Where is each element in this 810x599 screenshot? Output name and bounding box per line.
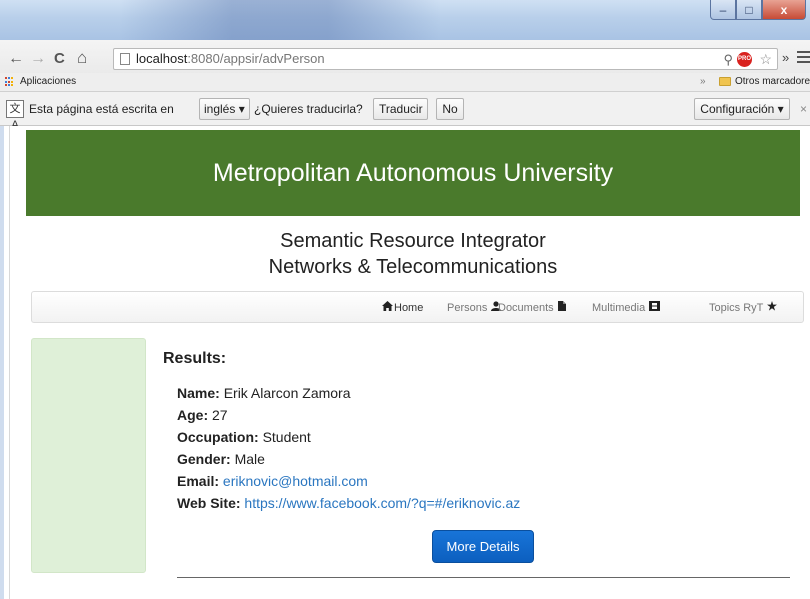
apps-grid-icon[interactable] xyxy=(5,77,15,87)
nav-multimedia-label: Multimedia xyxy=(592,301,646,314)
person-website-row: Web Site: https://www.facebook.com/?q=#/… xyxy=(177,495,520,511)
maximize-button[interactable]: □ xyxy=(736,0,762,20)
search-icon[interactable]: ⚲ xyxy=(723,50,733,70)
bookmark-other-bookmarks[interactable]: Otros marcadores xyxy=(735,76,810,87)
address-url[interactable]: localhost:8080/appsir/advPerson xyxy=(136,49,325,69)
bookmarks-overflow-button[interactable]: » xyxy=(700,76,706,87)
site-subtitle-department: Networks & Telecommunications xyxy=(268,256,558,278)
translate-infobar: 文A Esta página está escrita en inglés ▾ … xyxy=(0,91,810,131)
url-host: localhost xyxy=(136,51,188,66)
name-label: Name: xyxy=(177,385,220,401)
occupation-label: Occupation: xyxy=(177,429,259,445)
back-button[interactable]: ← xyxy=(8,50,24,68)
nav-multimedia[interactable]: Multimedia xyxy=(592,301,661,314)
film-icon xyxy=(649,301,661,314)
site-nav-bar: Home Persons Documents Multimedia Topics… xyxy=(31,291,804,323)
translate-question: ¿Quieres traducirla? xyxy=(254,102,363,116)
name-value: Erik Alarcon Zamora xyxy=(223,385,351,401)
translate-message: Esta página está escrita en xyxy=(29,102,174,116)
site-header-banner: Metropolitan Autonomous University xyxy=(26,130,800,216)
nav-home-label: Home xyxy=(394,301,424,314)
star-icon xyxy=(767,301,778,314)
menu-icon[interactable] xyxy=(797,48,810,66)
bookmark-apps[interactable]: Aplicaciones xyxy=(20,76,76,87)
more-details-button[interactable]: More Details xyxy=(432,530,534,563)
close-window-button[interactable]: x xyxy=(762,0,806,20)
sidebar-panel xyxy=(31,338,146,573)
website-label: Web Site: xyxy=(177,495,241,511)
nav-persons[interactable]: Persons xyxy=(447,301,502,314)
close-icon[interactable]: × xyxy=(800,102,807,116)
nav-topics-label: Topics RyT xyxy=(709,301,764,314)
titlebar-blurred-tab xyxy=(120,0,440,40)
window-titlebar[interactable]: – □ x xyxy=(0,0,810,40)
person-gender-row: Gender: Male xyxy=(177,451,265,467)
extensions-overflow-button[interactable]: » xyxy=(782,50,789,65)
pro-extension-icon[interactable]: PRO xyxy=(737,52,752,67)
translate-settings-button[interactable]: Configuración ▾ xyxy=(694,98,790,120)
email-link[interactable]: eriknovic@hotmail.com xyxy=(223,473,368,489)
address-bar[interactable]: localhost:8080/appsir/advPerson ⚲ PRO ☆ xyxy=(113,48,778,70)
website-link[interactable]: https://www.facebook.com/?q=#/eriknovic.… xyxy=(244,495,520,511)
results-heading: Results: xyxy=(163,350,227,367)
person-age-row: Age: 27 xyxy=(177,407,228,423)
minimize-button[interactable]: – xyxy=(710,0,736,20)
file-icon xyxy=(557,301,566,314)
occupation-value: Student xyxy=(262,429,311,445)
translate-icon: 文A xyxy=(6,100,24,131)
window-controls: – □ x xyxy=(710,0,806,20)
reload-button[interactable]: C xyxy=(54,50,65,68)
age-value: 27 xyxy=(212,407,228,423)
folder-icon xyxy=(719,77,731,86)
nav-home[interactable]: Home xyxy=(382,301,423,314)
translate-button[interactable]: Traducir xyxy=(373,98,428,120)
gender-value: Male xyxy=(234,451,265,467)
email-label: Email: xyxy=(177,473,220,489)
no-translate-button[interactable]: No xyxy=(436,98,464,120)
house-icon xyxy=(382,301,393,314)
nav-persons-label: Persons xyxy=(447,301,488,314)
age-label: Age: xyxy=(177,407,209,423)
home-button[interactable]: ⌂ xyxy=(77,49,87,67)
bookmarks-bar: Aplicaciones » Otros marcadores xyxy=(0,73,810,91)
nav-topics[interactable]: Topics RyT xyxy=(709,301,778,314)
language-dropdown[interactable]: inglés ▾ xyxy=(199,98,250,120)
nav-documents[interactable]: Documents xyxy=(498,301,566,314)
gender-label: Gender: xyxy=(177,451,231,467)
section-divider xyxy=(177,577,790,578)
left-window-edge xyxy=(0,126,10,599)
forward-button[interactable]: → xyxy=(30,50,46,68)
url-path: :8080/appsir/advPerson xyxy=(187,51,325,66)
bookmark-star-icon[interactable]: ☆ xyxy=(759,49,772,69)
nav-documents-label: Documents xyxy=(498,301,554,314)
site-subtitle: Semantic Resource Integrator xyxy=(280,230,546,252)
person-occupation-row: Occupation: Student xyxy=(177,429,311,445)
site-title: Metropolitan Autonomous University xyxy=(212,159,614,187)
person-email-row: Email: eriknovic@hotmail.com xyxy=(177,473,368,489)
page-icon xyxy=(120,53,130,65)
person-name-row: Name: Erik Alarcon Zamora xyxy=(177,385,351,401)
